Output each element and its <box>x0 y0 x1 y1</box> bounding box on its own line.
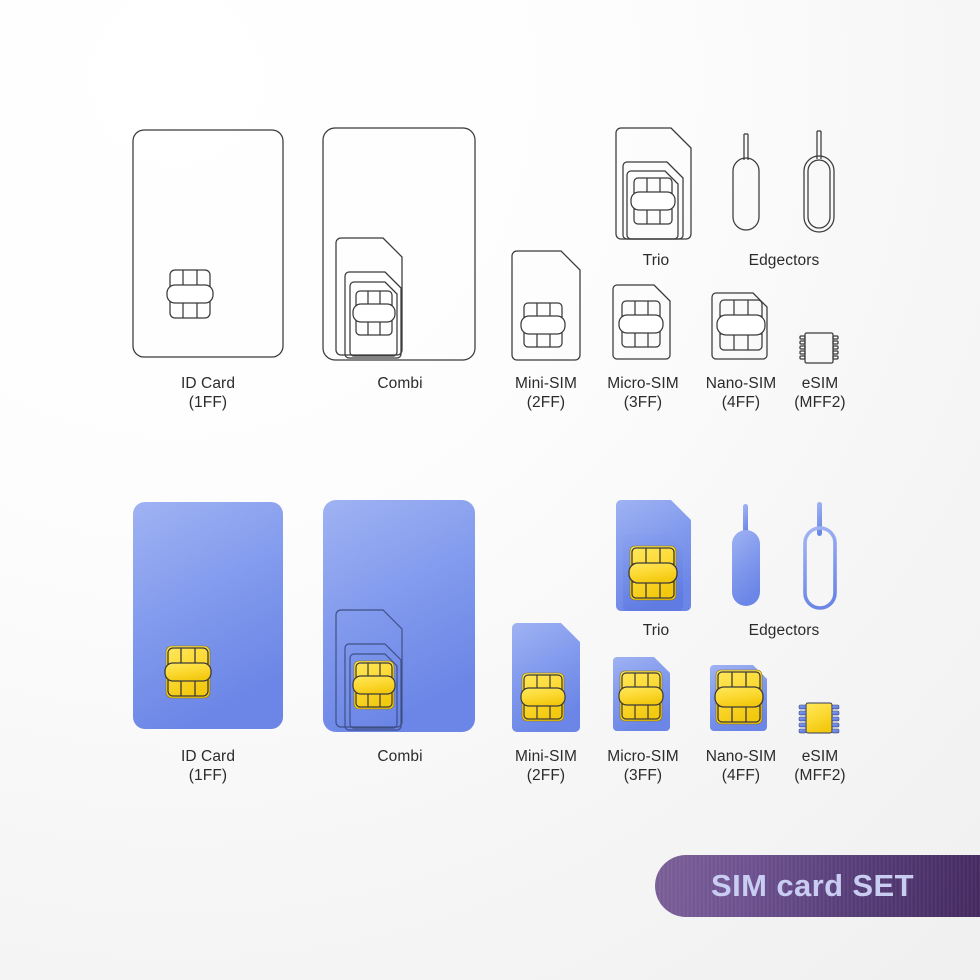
label-edgectors-outline: Edgectors <box>725 251 843 270</box>
label-combi-outline: Combi <box>334 374 466 393</box>
label-micro-sim-color: Micro-SIM (3FF) <box>592 747 694 785</box>
label-esim-color: eSIM (MFF2) <box>781 747 859 785</box>
label-text: Mini-SIM <box>515 375 577 392</box>
label-sub: (1FF) <box>188 394 228 411</box>
label-text: ID Card <box>180 375 236 392</box>
label-text: Micro-SIM <box>607 375 679 392</box>
color-combi-card <box>323 500 475 732</box>
label-sub: (2FF) <box>526 767 566 784</box>
color-ejector-pin-solid <box>732 504 760 606</box>
illustration-canvas: ID Card (1FF) Combi Mini-SIM (2FF) Micro… <box>0 0 980 980</box>
color-trio <box>616 500 691 611</box>
color-id-card <box>133 502 283 729</box>
label-text: Nano-SIM <box>705 375 777 392</box>
color-esim <box>798 702 840 734</box>
label-mini-sim-color: Mini-SIM (2FF) <box>497 747 595 785</box>
label-sub: (3FF) <box>623 394 663 411</box>
label-sub: (4FF) <box>721 394 761 411</box>
label-text: Combi <box>377 375 423 392</box>
label-combi-color: Combi <box>334 747 466 766</box>
label-trio-color: Trio <box>606 621 706 640</box>
label-nano-sim-color: Nano-SIM (4FF) <box>691 747 791 785</box>
label-text: Trio <box>642 252 670 269</box>
label-micro-sim-outline: Micro-SIM (3FF) <box>592 374 694 412</box>
label-text: Nano-SIM <box>705 748 777 765</box>
label-sub: (3FF) <box>623 767 663 784</box>
color-nano-sim <box>710 665 767 731</box>
label-sub: (2FF) <box>526 394 566 411</box>
label-text: Mini-SIM <box>515 748 577 765</box>
label-text: Combi <box>377 748 423 765</box>
label-id-card-color: ID Card (1FF) <box>142 747 274 785</box>
label-sub: (MFF2) <box>794 767 846 784</box>
label-id-card-outline: ID Card (1FF) <box>142 374 274 412</box>
banner-title: SIM card SET <box>711 868 914 903</box>
label-text: Trio <box>642 622 670 639</box>
color-row-graphics <box>133 500 840 734</box>
label-text: ID Card <box>180 748 236 765</box>
label-text: Micro-SIM <box>607 748 679 765</box>
label-nano-sim-outline: Nano-SIM (4FF) <box>691 374 791 412</box>
sim-card-set-banner: SIM card SET <box>655 855 980 917</box>
label-sub: (4FF) <box>721 767 761 784</box>
color-mini-sim <box>512 623 580 732</box>
label-text: Edgectors <box>748 622 820 639</box>
label-text: eSIM <box>801 748 839 765</box>
label-mini-sim-outline: Mini-SIM (2FF) <box>497 374 595 412</box>
label-trio-outline: Trio <box>606 251 706 270</box>
label-sub: (1FF) <box>188 767 228 784</box>
label-sub: (MFF2) <box>794 394 846 411</box>
label-edgectors-color: Edgectors <box>725 621 843 640</box>
label-esim-outline: eSIM (MFF2) <box>781 374 859 412</box>
color-micro-sim <box>613 657 670 731</box>
label-text: Edgectors <box>748 252 820 269</box>
color-ejector-pin-ring <box>803 502 837 610</box>
label-text: eSIM <box>801 375 839 392</box>
